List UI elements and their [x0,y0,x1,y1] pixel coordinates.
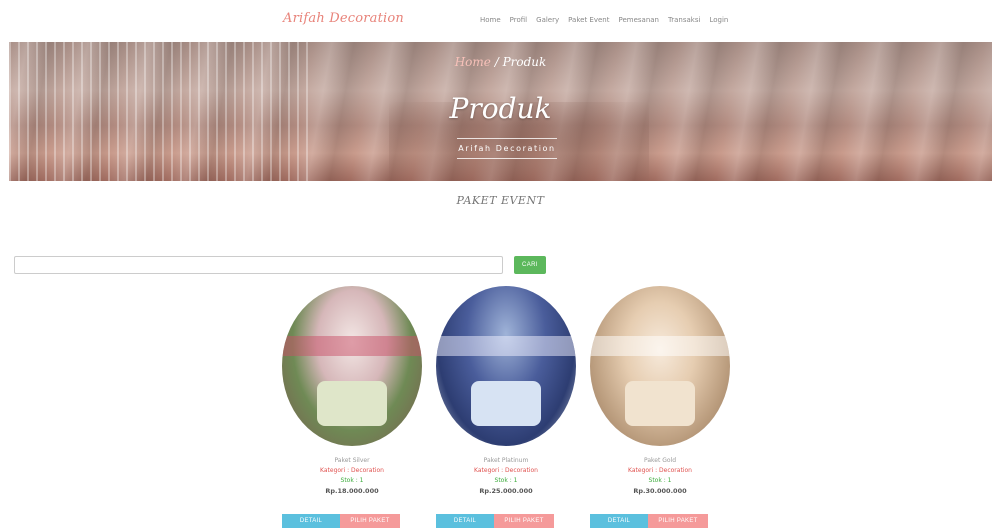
breadcrumb: Home / Produk [9,55,992,69]
search-button[interactable]: CARI [514,256,546,274]
product-card: Paket Silver Kategori : Decoration Stok … [282,286,422,528]
detail-button[interactable]: DETAIL [436,514,494,528]
nav-item-login[interactable]: Login [709,16,728,24]
product-name: Paket Gold [643,457,677,464]
product-category: Kategori : Decoration [628,467,692,474]
product-price: Rp.25.000.000 [479,487,533,495]
choose-package-button[interactable]: PILIH PAKET [494,514,554,528]
product-stock: Stok : 1 [494,477,518,484]
product-name: Paket Platinum [483,457,529,464]
detail-button[interactable]: DETAIL [590,514,648,528]
product-price: Rp.30.000.000 [633,487,687,495]
breadcrumb-separator: / [490,55,503,69]
nav-item-profil[interactable]: Profil [510,16,527,24]
nav-item-home[interactable]: Home [480,16,501,24]
choose-package-button[interactable]: PILIH PAKET [648,514,708,528]
detail-button[interactable]: DETAIL [282,514,340,528]
product-card: Paket Gold Kategori : Decoration Stok : … [590,286,730,528]
product-category: Kategori : Decoration [474,467,538,474]
product-image[interactable] [436,286,576,446]
navbar: Arifah Decoration Home Profil Galery Pak… [0,0,1001,42]
product-card: Paket Platinum Kategori : Decoration Sto… [436,286,576,528]
page-title: Produk [449,92,552,125]
nav-item-pemesanan[interactable]: Pemesanan [618,16,659,24]
hero-banner: Home / Produk Produk Arifah Decoration [9,42,992,181]
product-actions: DETAIL PILIH PAKET [282,514,402,528]
choose-package-button[interactable]: PILIH PAKET [340,514,400,528]
nav-item-paket-event[interactable]: Paket Event [568,16,609,24]
nav-menu: Home Profil Galery Paket Event Pemesanan… [480,16,728,24]
product-actions: DETAIL PILIH PAKET [436,514,556,528]
breadcrumb-home-link[interactable]: Home [455,55,491,69]
search-input[interactable] [14,256,503,274]
breadcrumb-current: Produk [502,55,547,69]
product-price: Rp.18.000.000 [325,487,379,495]
product-stock: Stok : 1 [648,477,672,484]
product-stock: Stok : 1 [340,477,364,484]
nav-item-transaksi[interactable]: Transaksi [668,16,700,24]
section-title: PAKET EVENT [456,194,545,207]
brand-logo[interactable]: Arifah Decoration [283,11,404,26]
product-name: Paket Silver [334,457,370,464]
page-subtitle: Arifah Decoration [457,138,557,159]
product-image[interactable] [590,286,730,446]
product-image[interactable] [282,286,422,446]
product-actions: DETAIL PILIH PAKET [590,514,710,528]
product-category: Kategori : Decoration [320,467,384,474]
nav-item-galery[interactable]: Galery [536,16,559,24]
